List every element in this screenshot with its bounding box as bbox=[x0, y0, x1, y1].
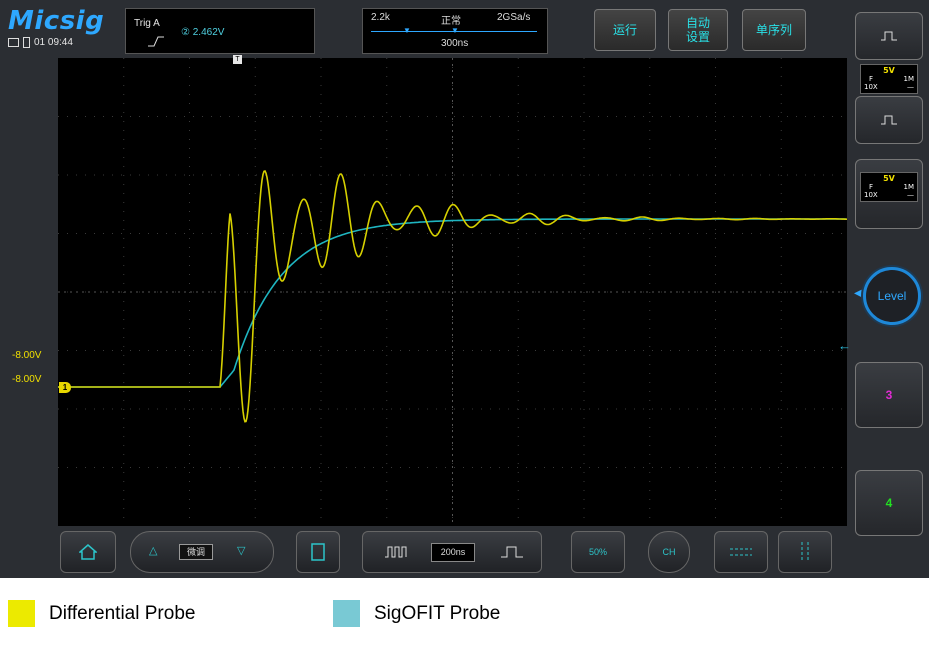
rising-edge-icon bbox=[148, 36, 164, 47]
micsig-logo: Micsig bbox=[8, 6, 105, 36]
home-icon bbox=[79, 544, 97, 560]
ch1-offset-label: -8.00V bbox=[12, 374, 42, 385]
pulse-icon bbox=[881, 31, 897, 41]
ch2-probe: 10X bbox=[864, 191, 878, 199]
ch1-probe: 10X bbox=[864, 83, 878, 91]
ch2-coupling: F bbox=[869, 183, 874, 191]
single-sequence-button[interactable]: 单序列 bbox=[742, 9, 806, 51]
status-row: 01 09:44 bbox=[8, 37, 73, 48]
oscilloscope-screen: Micsig 01 09:44 Trig A ② 2.462V 2.2k 正常 … bbox=[0, 0, 929, 578]
view-pos-marker-icon: ▼ bbox=[451, 26, 459, 35]
legend-differential: Differential Probe bbox=[8, 600, 195, 627]
waveform-plot bbox=[58, 58, 847, 526]
ch1-volts: 5V bbox=[883, 66, 895, 75]
vertical-cursor-icon bbox=[801, 542, 809, 562]
fifty-percent-button[interactable]: 50% bbox=[571, 531, 625, 573]
ch2-offset-label: -8.00V bbox=[12, 350, 42, 361]
trigger-panel[interactable]: Trig A ② 2.462V bbox=[125, 8, 315, 54]
battery-icon bbox=[23, 37, 30, 48]
home-button[interactable] bbox=[60, 531, 116, 573]
ch2-volts: 5V bbox=[883, 174, 895, 183]
ch3-button[interactable]: 3 bbox=[855, 362, 923, 428]
file-icon bbox=[311, 543, 325, 561]
trigger-label: Trig A bbox=[134, 18, 160, 29]
trigger-pos-marker-icon: ▼ bbox=[403, 26, 411, 35]
sample-rate: 2GSa/s bbox=[497, 12, 531, 23]
legend-sigofit: SigOFIT Probe bbox=[333, 600, 500, 627]
ch1-ground-marker[interactable]: 1 bbox=[59, 382, 71, 393]
horizontal-cursor-icon bbox=[730, 548, 752, 556]
timebase-scale: 300ns bbox=[441, 38, 469, 49]
ch1-pulse-button[interactable] bbox=[855, 12, 923, 60]
channel-select-button[interactable]: CH bbox=[648, 531, 690, 573]
ch1-dc-icon: — bbox=[907, 83, 914, 91]
zoom-out-pulses-icon[interactable] bbox=[385, 546, 407, 558]
level-left-arrow-icon: ◀ bbox=[854, 288, 862, 299]
acquire-mode: 正常 bbox=[441, 16, 461, 27]
sigofit-swatch bbox=[333, 600, 360, 627]
fine-adjust-label: 微调 bbox=[179, 544, 213, 560]
zoom-in-pulse-icon[interactable] bbox=[501, 546, 523, 558]
ch2-impedance: 1M bbox=[903, 183, 915, 191]
clock-time: 01 09:44 bbox=[34, 37, 73, 48]
ch2-dc-icon: — bbox=[907, 191, 914, 199]
differential-label: Differential Probe bbox=[49, 602, 196, 624]
trigger-position-marker-icon[interactable]: T bbox=[233, 55, 242, 64]
horizontal-cursor-button[interactable] bbox=[714, 531, 768, 573]
differential-swatch bbox=[8, 600, 35, 627]
run-button[interactable]: 运行 bbox=[594, 9, 656, 51]
trigger-level-knob[interactable]: Level bbox=[863, 267, 921, 325]
ch1-pulse-button-2[interactable] bbox=[855, 96, 923, 144]
down-arrow-icon[interactable]: ▽ bbox=[237, 544, 245, 557]
ch1-settings-badge[interactable]: 5V F 1M 10X — bbox=[860, 64, 918, 94]
waveform-graticule[interactable] bbox=[58, 58, 847, 526]
trigger-level-arrow-icon[interactable]: ← bbox=[838, 338, 851, 353]
up-arrow-icon[interactable]: △ bbox=[149, 544, 157, 557]
monitor-icon bbox=[8, 38, 19, 47]
ch1-coupling: F bbox=[869, 75, 874, 83]
timebase-control[interactable]: 200ns bbox=[362, 531, 542, 573]
fine-adjust-control[interactable]: △ 微调 ▽ bbox=[130, 531, 274, 573]
ch1-impedance: 1M bbox=[903, 75, 915, 83]
timebase-value: 200ns bbox=[431, 543, 475, 562]
timebase-panel[interactable]: 2.2k 正常 2GSa/s ▼ ▼ 300ns bbox=[362, 8, 548, 54]
ch4-button[interactable]: 4 bbox=[855, 470, 923, 536]
sigofit-label: SigOFIT Probe bbox=[374, 602, 501, 624]
vertical-cursor-button[interactable] bbox=[778, 531, 832, 573]
pulse-icon bbox=[881, 115, 897, 125]
trigger-source-level: ② 2.462V bbox=[181, 27, 225, 38]
memory-depth: 2.2k bbox=[371, 12, 390, 23]
ch2-settings-badge[interactable]: 5V F 1M 10X — bbox=[860, 172, 918, 202]
save-button[interactable] bbox=[296, 531, 340, 573]
auto-setup-button[interactable]: 自动 设置 bbox=[668, 9, 728, 51]
